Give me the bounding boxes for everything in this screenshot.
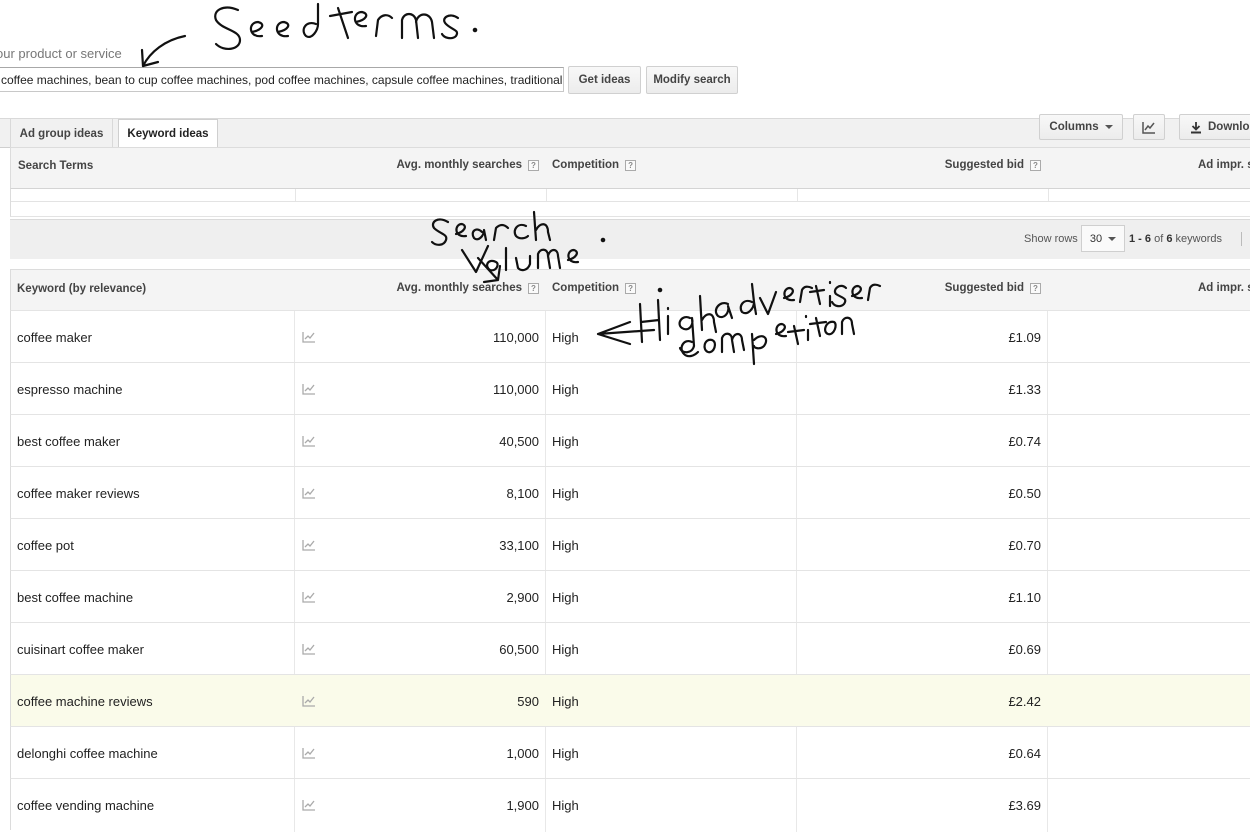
table-row[interactable]: delonghi coffee machine 1,000 High £0.64 [10, 726, 1250, 778]
product-label: our product or service [0, 46, 122, 61]
chevron-down-icon [1104, 125, 1113, 129]
col-header-ad-impr-share[interactable]: Ad impr. s [1198, 282, 1250, 294]
avg-searches-cell: 1,000 [506, 745, 539, 761]
avg-searches-cell: 60,500 [499, 641, 539, 657]
table-row[interactable]: coffee maker reviews 8,100 High £0.50 [10, 466, 1250, 518]
suggested-bid-cell: £1.10 [1008, 589, 1041, 605]
table-row[interactable]: coffee vending machine 1,900 High £3.69 [10, 778, 1250, 830]
col-header-keyword[interactable]: Keyword (by relevance) [17, 283, 146, 295]
trend-chart-icon[interactable] [302, 311, 316, 363]
tab-ad-group-ideas[interactable]: Ad group ideas [10, 119, 113, 148]
competition-cell: High [552, 589, 579, 605]
trend-chart-icon[interactable] [302, 571, 316, 623]
keyword-cell: coffee maker reviews [17, 485, 140, 501]
keyword-cell: best coffee maker [17, 433, 121, 449]
table-row[interactable]: espresso machine 110,000 High £1.33 [10, 362, 1250, 414]
competition-cell: High [552, 381, 579, 397]
competition-cell: High [552, 745, 579, 761]
suggested-bid-cell: £0.64 [1008, 745, 1041, 761]
keyword-cell: coffee machine reviews [17, 693, 153, 709]
pager-divider [1241, 232, 1242, 246]
columns-button[interactable]: Columns [1039, 114, 1123, 140]
avg-searches-cell: 590 [517, 693, 539, 709]
help-icon[interactable]: ? [1030, 159, 1041, 171]
trend-chart-icon[interactable] [302, 519, 316, 571]
modify-search-button[interactable]: Modify search [646, 66, 738, 94]
chart-toggle-button[interactable] [1133, 114, 1165, 140]
competition-cell: High [552, 485, 579, 501]
col-header-competition[interactable]: Competition? [552, 282, 637, 294]
help-icon[interactable]: ? [625, 282, 637, 294]
competition-cell: High [552, 433, 579, 449]
col-header-suggested-bid[interactable]: Suggested bid? [945, 282, 1041, 294]
seed-terms-input[interactable] [0, 67, 564, 92]
keyword-cell: coffee maker [17, 329, 92, 345]
seed-terms-arrow [140, 34, 187, 68]
download-label: Downlo [1208, 121, 1250, 133]
keyword-cell: delonghi coffee machine [17, 745, 158, 761]
download-button[interactable]: Downlo [1179, 114, 1250, 140]
page-range: 1 - 6 of 6 keywords [1129, 233, 1222, 245]
avg-searches-cell: 40,500 [499, 433, 539, 449]
help-icon[interactable]: ? [528, 159, 539, 171]
competition-cell: High [552, 797, 579, 813]
help-icon[interactable]: ? [528, 282, 539, 294]
suggested-bid-cell: £0.74 [1008, 433, 1041, 449]
keyword-cell: cuisinart coffee maker [17, 641, 144, 657]
tab-keyword-ideas[interactable]: Keyword ideas [118, 119, 218, 149]
keyword-cell: coffee pot [17, 537, 74, 553]
table-row[interactable]: best coffee machine 2,900 High £1.10 [10, 570, 1250, 622]
trend-chart-icon[interactable] [302, 415, 316, 467]
table-row[interactable]: coffee machine reviews 590 High £2.42 [10, 674, 1250, 726]
col-header-ad-impr-share[interactable]: Ad impr. s [1198, 159, 1250, 171]
trend-chart-icon[interactable] [302, 363, 316, 415]
seed-terms-annotation [214, 2, 478, 50]
search-terms-body [10, 189, 1250, 217]
avg-searches-cell: 8,100 [506, 485, 539, 501]
help-icon[interactable]: ? [625, 159, 637, 171]
keyword-cell: coffee vending machine [17, 797, 155, 813]
suggested-bid-cell: £0.69 [1008, 641, 1041, 657]
competition-cell: High [552, 693, 579, 709]
col-header-avg-searches[interactable]: Avg. monthly searches? [397, 159, 539, 171]
table-row[interactable]: cuisinart coffee maker 60,500 High £0.69 [10, 622, 1250, 674]
keyword-cell: espresso machine [17, 381, 123, 397]
get-ideas-button[interactable]: Get ideas [568, 66, 641, 94]
col-header-suggested-bid[interactable]: Suggested bid? [945, 159, 1041, 171]
download-icon [1191, 121, 1201, 133]
avg-searches-cell: 2,900 [506, 589, 539, 605]
suggested-bid-cell: £3.69 [1008, 797, 1041, 813]
col-header-avg-searches[interactable]: Avg. monthly searches? [397, 282, 539, 294]
table-row[interactable]: best coffee maker 40,500 High £0.74 [10, 414, 1250, 466]
suggested-bid-cell: £2.42 [1008, 693, 1041, 709]
help-icon[interactable]: ? [1030, 282, 1041, 294]
keyword-cell: best coffee machine [17, 589, 134, 605]
avg-searches-cell: 1,900 [506, 797, 539, 813]
suggested-bid-cell: £1.33 [1008, 381, 1041, 397]
columns-label: Columns [1049, 121, 1099, 133]
trend-chart-icon[interactable] [302, 727, 316, 779]
avg-searches-cell: 110,000 [492, 329, 539, 345]
competition-cell: High [552, 329, 579, 345]
col-header-search-terms[interactable]: Search Terms [18, 160, 93, 172]
avg-searches-cell: 33,100 [499, 537, 539, 553]
trend-chart-icon[interactable] [302, 467, 316, 519]
rows-per-page-select[interactable]: 30 [1081, 225, 1125, 252]
competition-cell: High [552, 641, 579, 657]
competition-cell: High [552, 537, 579, 553]
table-row[interactable]: coffee maker 110,000 High £1.09 [10, 310, 1250, 362]
trend-chart-icon[interactable] [302, 623, 316, 675]
trend-chart-icon[interactable] [302, 675, 316, 727]
col-header-competition[interactable]: Competition? [552, 159, 637, 171]
show-rows-label: Show rows [1024, 233, 1078, 245]
suggested-bid-cell: £0.70 [1008, 537, 1041, 553]
chevron-down-icon [1108, 236, 1117, 241]
suggested-bid-cell: £0.50 [1008, 485, 1041, 501]
trend-chart-icon[interactable] [302, 779, 316, 831]
table-row[interactable]: coffee pot 33,100 High £0.70 [10, 518, 1250, 570]
line-chart-icon [1142, 121, 1155, 134]
avg-searches-cell: 110,000 [492, 381, 539, 397]
suggested-bid-cell: £1.09 [1008, 329, 1041, 345]
